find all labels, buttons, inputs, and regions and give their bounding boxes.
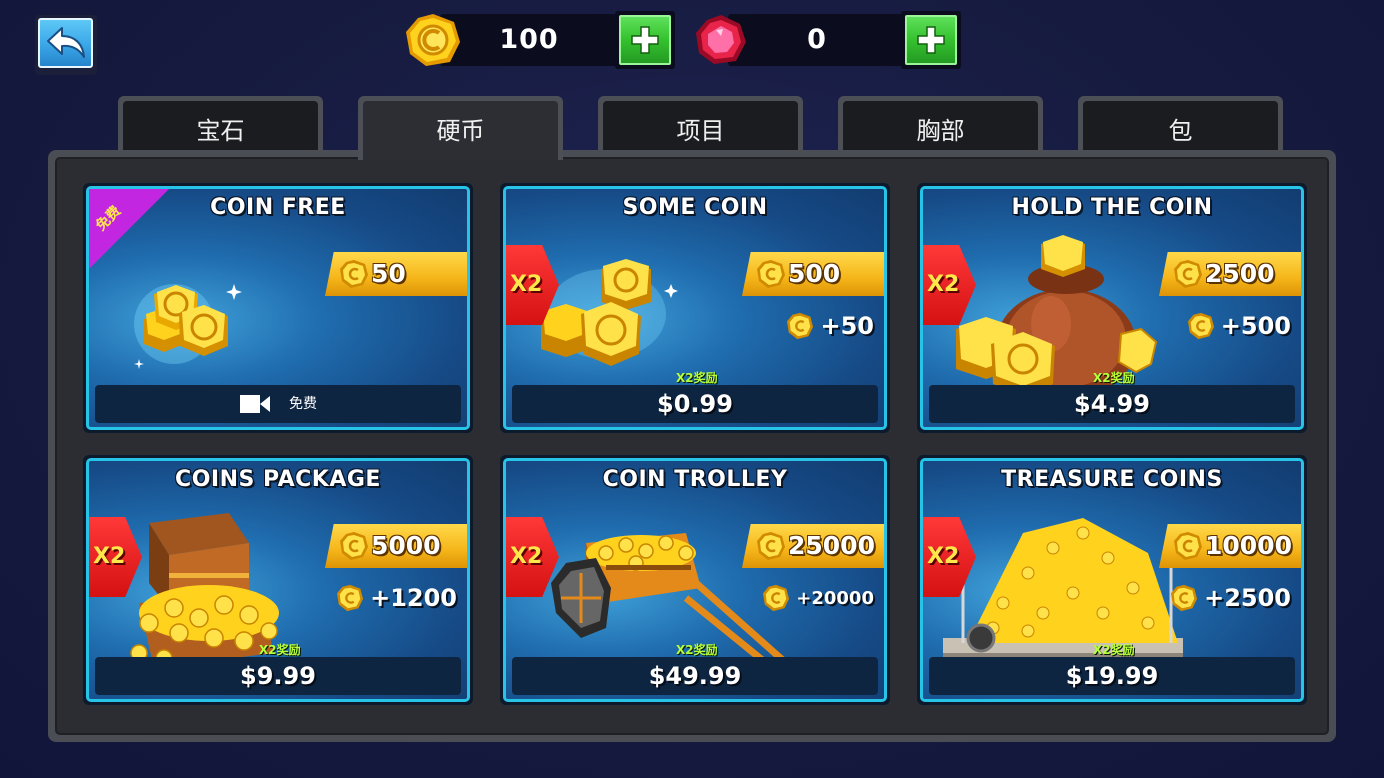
coin-balance: 100 — [404, 11, 676, 69]
price-button[interactable]: $19.99 — [929, 657, 1295, 695]
price-button[interactable]: $0.99 — [512, 385, 878, 423]
watch-video-button[interactable]: 免费 — [95, 385, 461, 423]
amount-ribbon: 25000 — [742, 524, 884, 568]
gem-balance: 0 — [692, 11, 964, 69]
tab-gems[interactable]: 宝石 — [118, 96, 323, 154]
coin-amount: 25000 — [788, 531, 875, 560]
offer-title: COINS PACKAGE — [175, 467, 381, 492]
bonus-amount: +500 — [1187, 309, 1291, 343]
coin-amount: 10000 — [1205, 531, 1292, 560]
coin-icon — [337, 584, 364, 612]
video-label: 免费 — [289, 396, 317, 412]
offer-card-coins-package[interactable]: COINS PACKAGE X2 5000 +1200 X2奖励 $9.99 — [83, 455, 473, 705]
add-gems-button[interactable] — [901, 11, 961, 69]
price-button[interactable]: $49.99 — [512, 657, 878, 695]
tab-coins[interactable]: 硬币 — [358, 96, 563, 160]
x2-bonus-tag: X2奖励 — [1093, 643, 1135, 657]
tab-items[interactable]: 项目 — [598, 96, 803, 154]
x2-bonus-tag: X2奖励 — [1093, 371, 1135, 385]
add-coins-button[interactable] — [615, 11, 675, 69]
offer-card-some-coin[interactable]: SOME COIN X2 500 +50 X2奖励 $0.99 — [500, 183, 890, 433]
coin-icon — [406, 14, 460, 66]
bonus-amount: +20000 — [762, 581, 874, 615]
offer-card-treasure-coins[interactable]: TREASURE COINS X2 10000 +2500 X2奖励 $19.9… — [917, 455, 1307, 705]
coin-icon — [757, 260, 785, 288]
bonus-value: +500 — [1220, 312, 1291, 340]
amount-ribbon: 500 — [742, 252, 884, 296]
coin-amount: 500 — [788, 259, 841, 288]
coin-amount: 2500 — [1205, 259, 1275, 288]
bonus-value: +1200 — [370, 584, 457, 612]
coin-icon — [1174, 260, 1202, 288]
plus-icon — [631, 26, 659, 54]
bonus-value: +50 — [820, 312, 874, 340]
gem-icon — [696, 15, 746, 64]
coin-amount: 100 — [499, 24, 559, 55]
x2-bonus-tag: X2奖励 — [259, 643, 301, 657]
coins-stack-icon — [134, 284, 242, 369]
bonus-value: +2500 — [1204, 584, 1291, 612]
coin-icon — [340, 532, 368, 560]
gem-amount: 0 — [807, 24, 827, 55]
coin-icon — [763, 584, 790, 612]
amount-ribbon: 5000 — [325, 524, 467, 568]
coin-icon — [1174, 532, 1202, 560]
offer-title: SOME COIN — [622, 195, 768, 220]
video-camera-icon — [240, 395, 270, 413]
offer-title: COIN TROLLEY — [602, 467, 788, 492]
coin-icon — [1171, 584, 1198, 612]
tab-label: 包 — [1083, 101, 1278, 154]
offer-title: HOLD THE COIN — [1011, 195, 1213, 220]
amount-ribbon: 2500 — [1159, 252, 1301, 296]
offer-card-hold-the-coin[interactable]: HOLD THE COIN X2 2500 +500 X2奖励 $4.99 — [917, 183, 1307, 433]
amount-ribbon: 10000 — [1159, 524, 1301, 568]
tab-bags[interactable]: 包 — [1078, 96, 1283, 154]
arrow-back-icon — [46, 27, 85, 58]
back-button[interactable] — [35, 15, 97, 75]
offer-card-coin-free[interactable]: 免费 COIN FREE 50 免费 — [83, 183, 473, 433]
offer-title: TREASURE COINS — [1001, 467, 1223, 492]
coin-amount: 50 — [371, 259, 406, 288]
amount-ribbon: 50 — [325, 252, 467, 296]
coin-amount: 5000 — [371, 531, 441, 560]
tab-label: 项目 — [603, 101, 798, 154]
plus-icon — [917, 26, 945, 54]
bonus-value: +20000 — [796, 587, 874, 609]
treasure-hoard-icon — [943, 518, 1183, 663]
tab-label: 宝石 — [123, 101, 318, 154]
coin-icon — [787, 312, 814, 340]
tab-chests[interactable]: 胸部 — [838, 96, 1043, 154]
x2-bonus-tag: X2奖励 — [676, 643, 718, 657]
tab-label: 硬币 — [363, 101, 558, 160]
offer-card-coin-trolley[interactable]: COIN TROLLEY X2 25000 +20000 X2奖励 $49.99 — [500, 455, 890, 705]
bonus-amount: +50 — [786, 309, 874, 343]
price-button[interactable]: $4.99 — [929, 385, 1295, 423]
offer-title: COIN FREE — [210, 195, 346, 220]
x2-bonus-tag: X2奖励 — [676, 371, 718, 385]
coin-icon — [757, 532, 785, 560]
tab-label: 胸部 — [843, 101, 1038, 154]
coin-icon — [340, 260, 368, 288]
coin-icon — [1187, 312, 1214, 340]
price-button[interactable]: $9.99 — [95, 657, 461, 695]
bonus-amount: +1200 — [336, 581, 457, 615]
bonus-amount: +2500 — [1170, 581, 1291, 615]
